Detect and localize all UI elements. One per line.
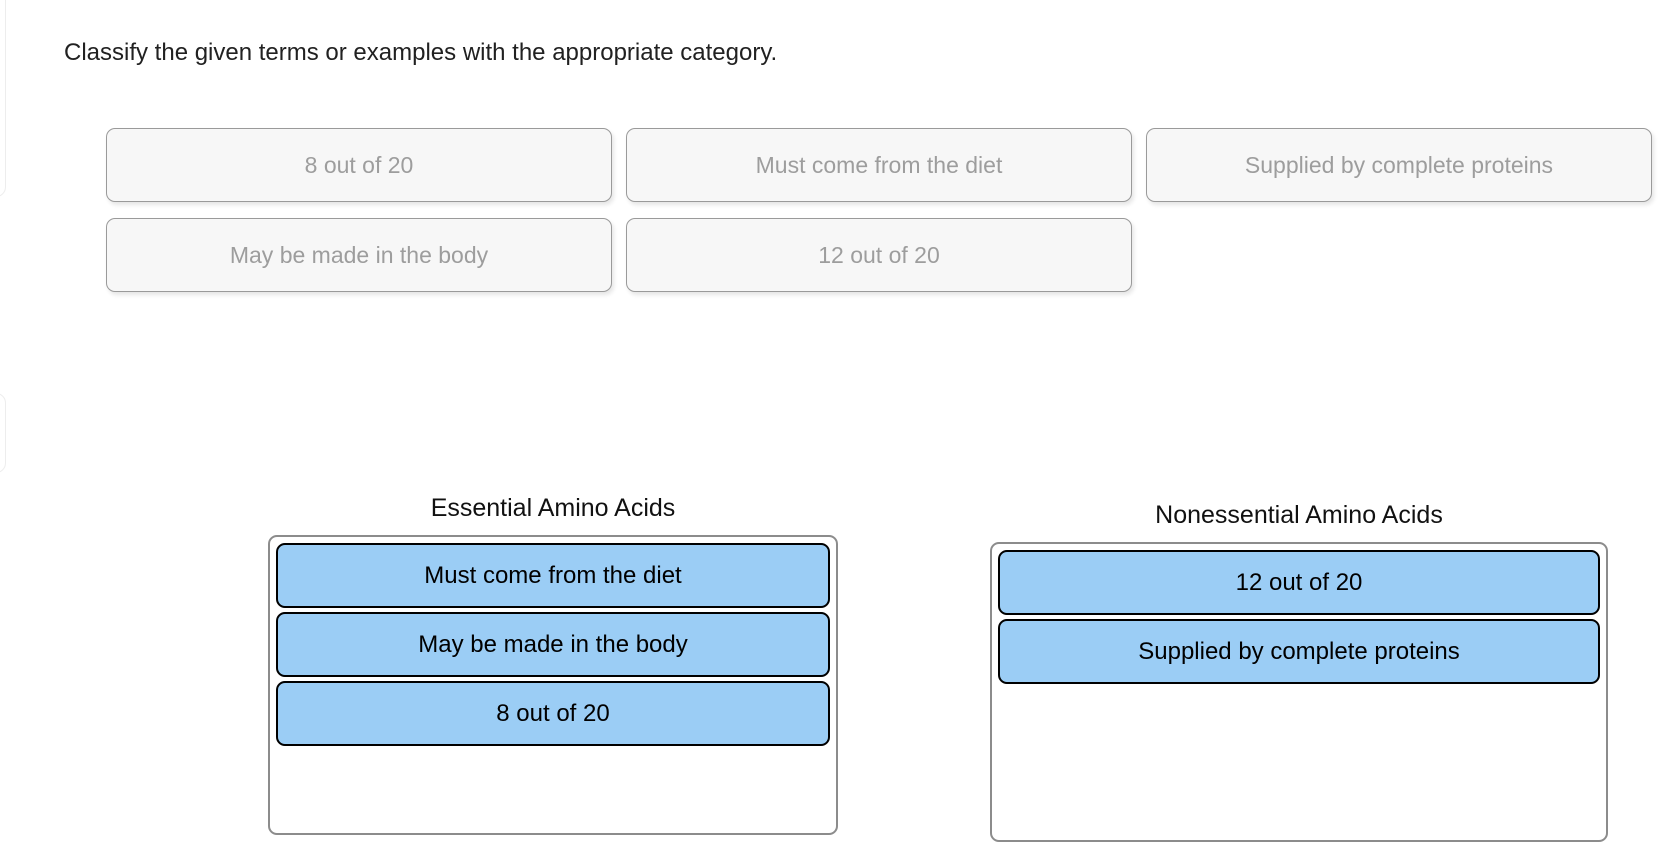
tile-bank: 8 out of 20 Must come from the diet Supp…: [106, 128, 1652, 308]
chip-must-come-from-the-diet[interactable]: Must come from the diet: [276, 543, 830, 608]
tile-bank-row: 8 out of 20 Must come from the diet Supp…: [106, 128, 1652, 202]
bank-tile-12-out-of-20[interactable]: 12 out of 20: [626, 218, 1132, 292]
chip-8-out-of-20[interactable]: 8 out of 20: [276, 681, 830, 746]
bank-tile-must-come-from-the-diet[interactable]: Must come from the diet: [626, 128, 1132, 202]
category-title-nonessential: Nonessential Amino Acids: [1155, 501, 1443, 529]
chip-12-out-of-20[interactable]: 12 out of 20: [998, 550, 1600, 615]
tile-bank-row: May be made in the body 12 out of 20: [106, 218, 1652, 292]
category-nonessential-amino-acids: Nonessential Amino Acids 12 out of 20 Su…: [990, 492, 1608, 842]
category-essential-amino-acids: Essential Amino Acids Must come from the…: [268, 492, 838, 835]
bank-tile-8-out-of-20[interactable]: 8 out of 20: [106, 128, 612, 202]
clipped-panel-top: [0, 0, 6, 197]
chip-supplied-by-complete-proteins[interactable]: Supplied by complete proteins: [998, 619, 1600, 684]
chip-may-be-made-in-the-body[interactable]: May be made in the body: [276, 612, 830, 677]
drop-zone-essential[interactable]: Must come from the diet May be made in t…: [268, 535, 838, 835]
bank-tile-may-be-made-in-the-body[interactable]: May be made in the body: [106, 218, 612, 292]
drop-zone-nonessential[interactable]: 12 out of 20 Supplied by complete protei…: [990, 542, 1608, 842]
bank-tile-supplied-by-complete-proteins[interactable]: Supplied by complete proteins: [1146, 128, 1652, 202]
clipped-panel-bottom: [0, 393, 6, 473]
instruction-prompt: Classify the given terms or examples wit…: [64, 39, 778, 66]
category-title-essential: Essential Amino Acids: [430, 494, 676, 522]
